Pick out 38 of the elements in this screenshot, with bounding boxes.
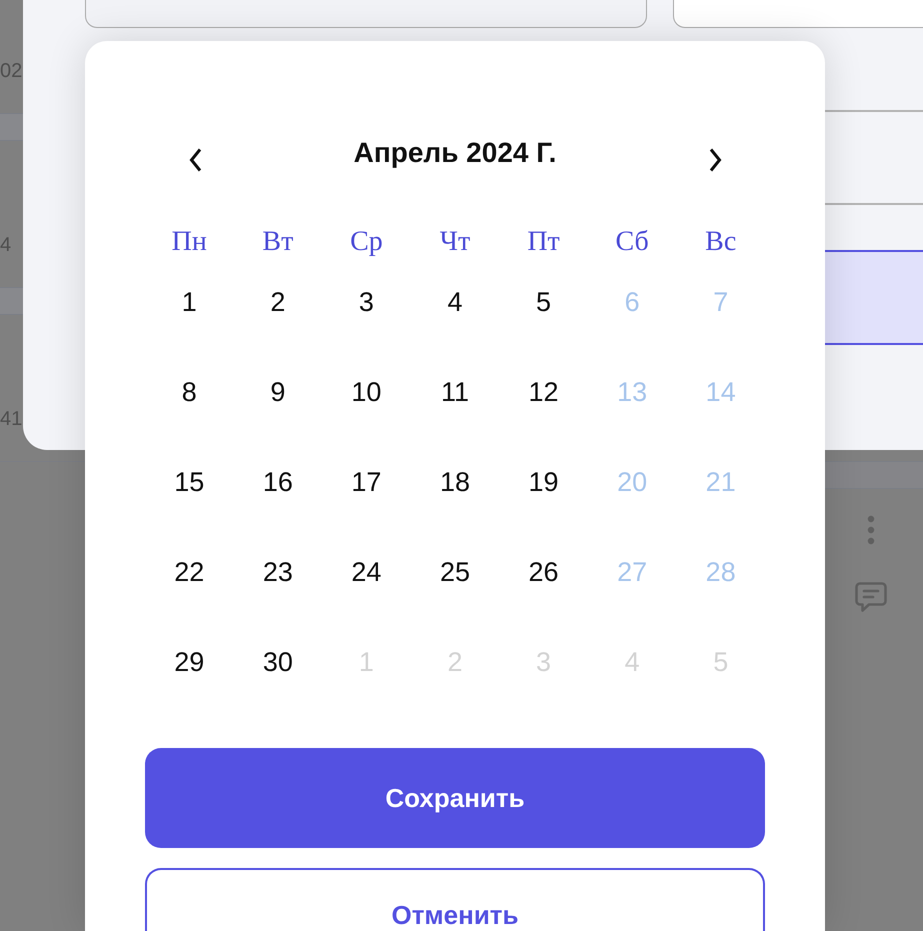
calendar-day[interactable]: 3	[356, 286, 376, 318]
comment-icon[interactable]	[855, 582, 887, 612]
option-row[interactable]	[825, 250, 923, 345]
calendar-day[interactable]: 15	[172, 466, 206, 498]
calendar-day[interactable]: 8	[180, 376, 199, 408]
calendar-day[interactable]: 10	[349, 376, 384, 408]
weekday-label: Сб	[616, 226, 649, 257]
input-field[interactable]	[672, 0, 923, 28]
calendar-day[interactable]: 17	[349, 466, 384, 498]
calendar-day[interactable]: 12	[526, 376, 561, 408]
weekday-label: Пн	[172, 226, 207, 257]
calendar-day[interactable]: 29	[172, 646, 206, 678]
calendar-day[interactable]: 22	[172, 556, 206, 588]
calendar-day[interactable]: 24	[349, 556, 384, 588]
month-title: Апрель 2024 Г.	[354, 137, 556, 169]
calendar-day[interactable]: 11	[438, 376, 471, 408]
calendar-day[interactable]: 16	[260, 466, 295, 498]
calendar-day[interactable]: 5	[534, 286, 554, 318]
weekday-label: Вс	[705, 226, 736, 257]
calendar-day[interactable]: 18	[438, 466, 472, 498]
weekday-label: Чт	[440, 226, 470, 257]
calendar-day[interactable]: 25	[438, 556, 472, 588]
calendar-day[interactable]: 4	[445, 286, 464, 318]
calendar-day[interactable]: 2	[268, 286, 288, 318]
save-button[interactable]: Сохранить	[145, 748, 765, 848]
calendar-day[interactable]: 30	[260, 646, 295, 678]
more-icon[interactable]	[867, 515, 875, 545]
calendar-day[interactable]: 9	[268, 376, 288, 408]
calendar-day[interactable]: 19	[526, 466, 561, 498]
chevron-right-icon	[708, 148, 722, 172]
calendar-day[interactable]: 23	[260, 556, 295, 588]
calendar-day[interactable]: 26	[526, 556, 561, 588]
cancel-button[interactable]: Отменить	[145, 868, 765, 931]
weekday-label: Ср	[350, 226, 383, 257]
chevron-left-icon	[188, 148, 202, 172]
weekday-label: Пт	[527, 226, 560, 257]
weekday-label: Вт	[262, 226, 294, 257]
calendar-day[interactable]: 1	[180, 286, 199, 318]
